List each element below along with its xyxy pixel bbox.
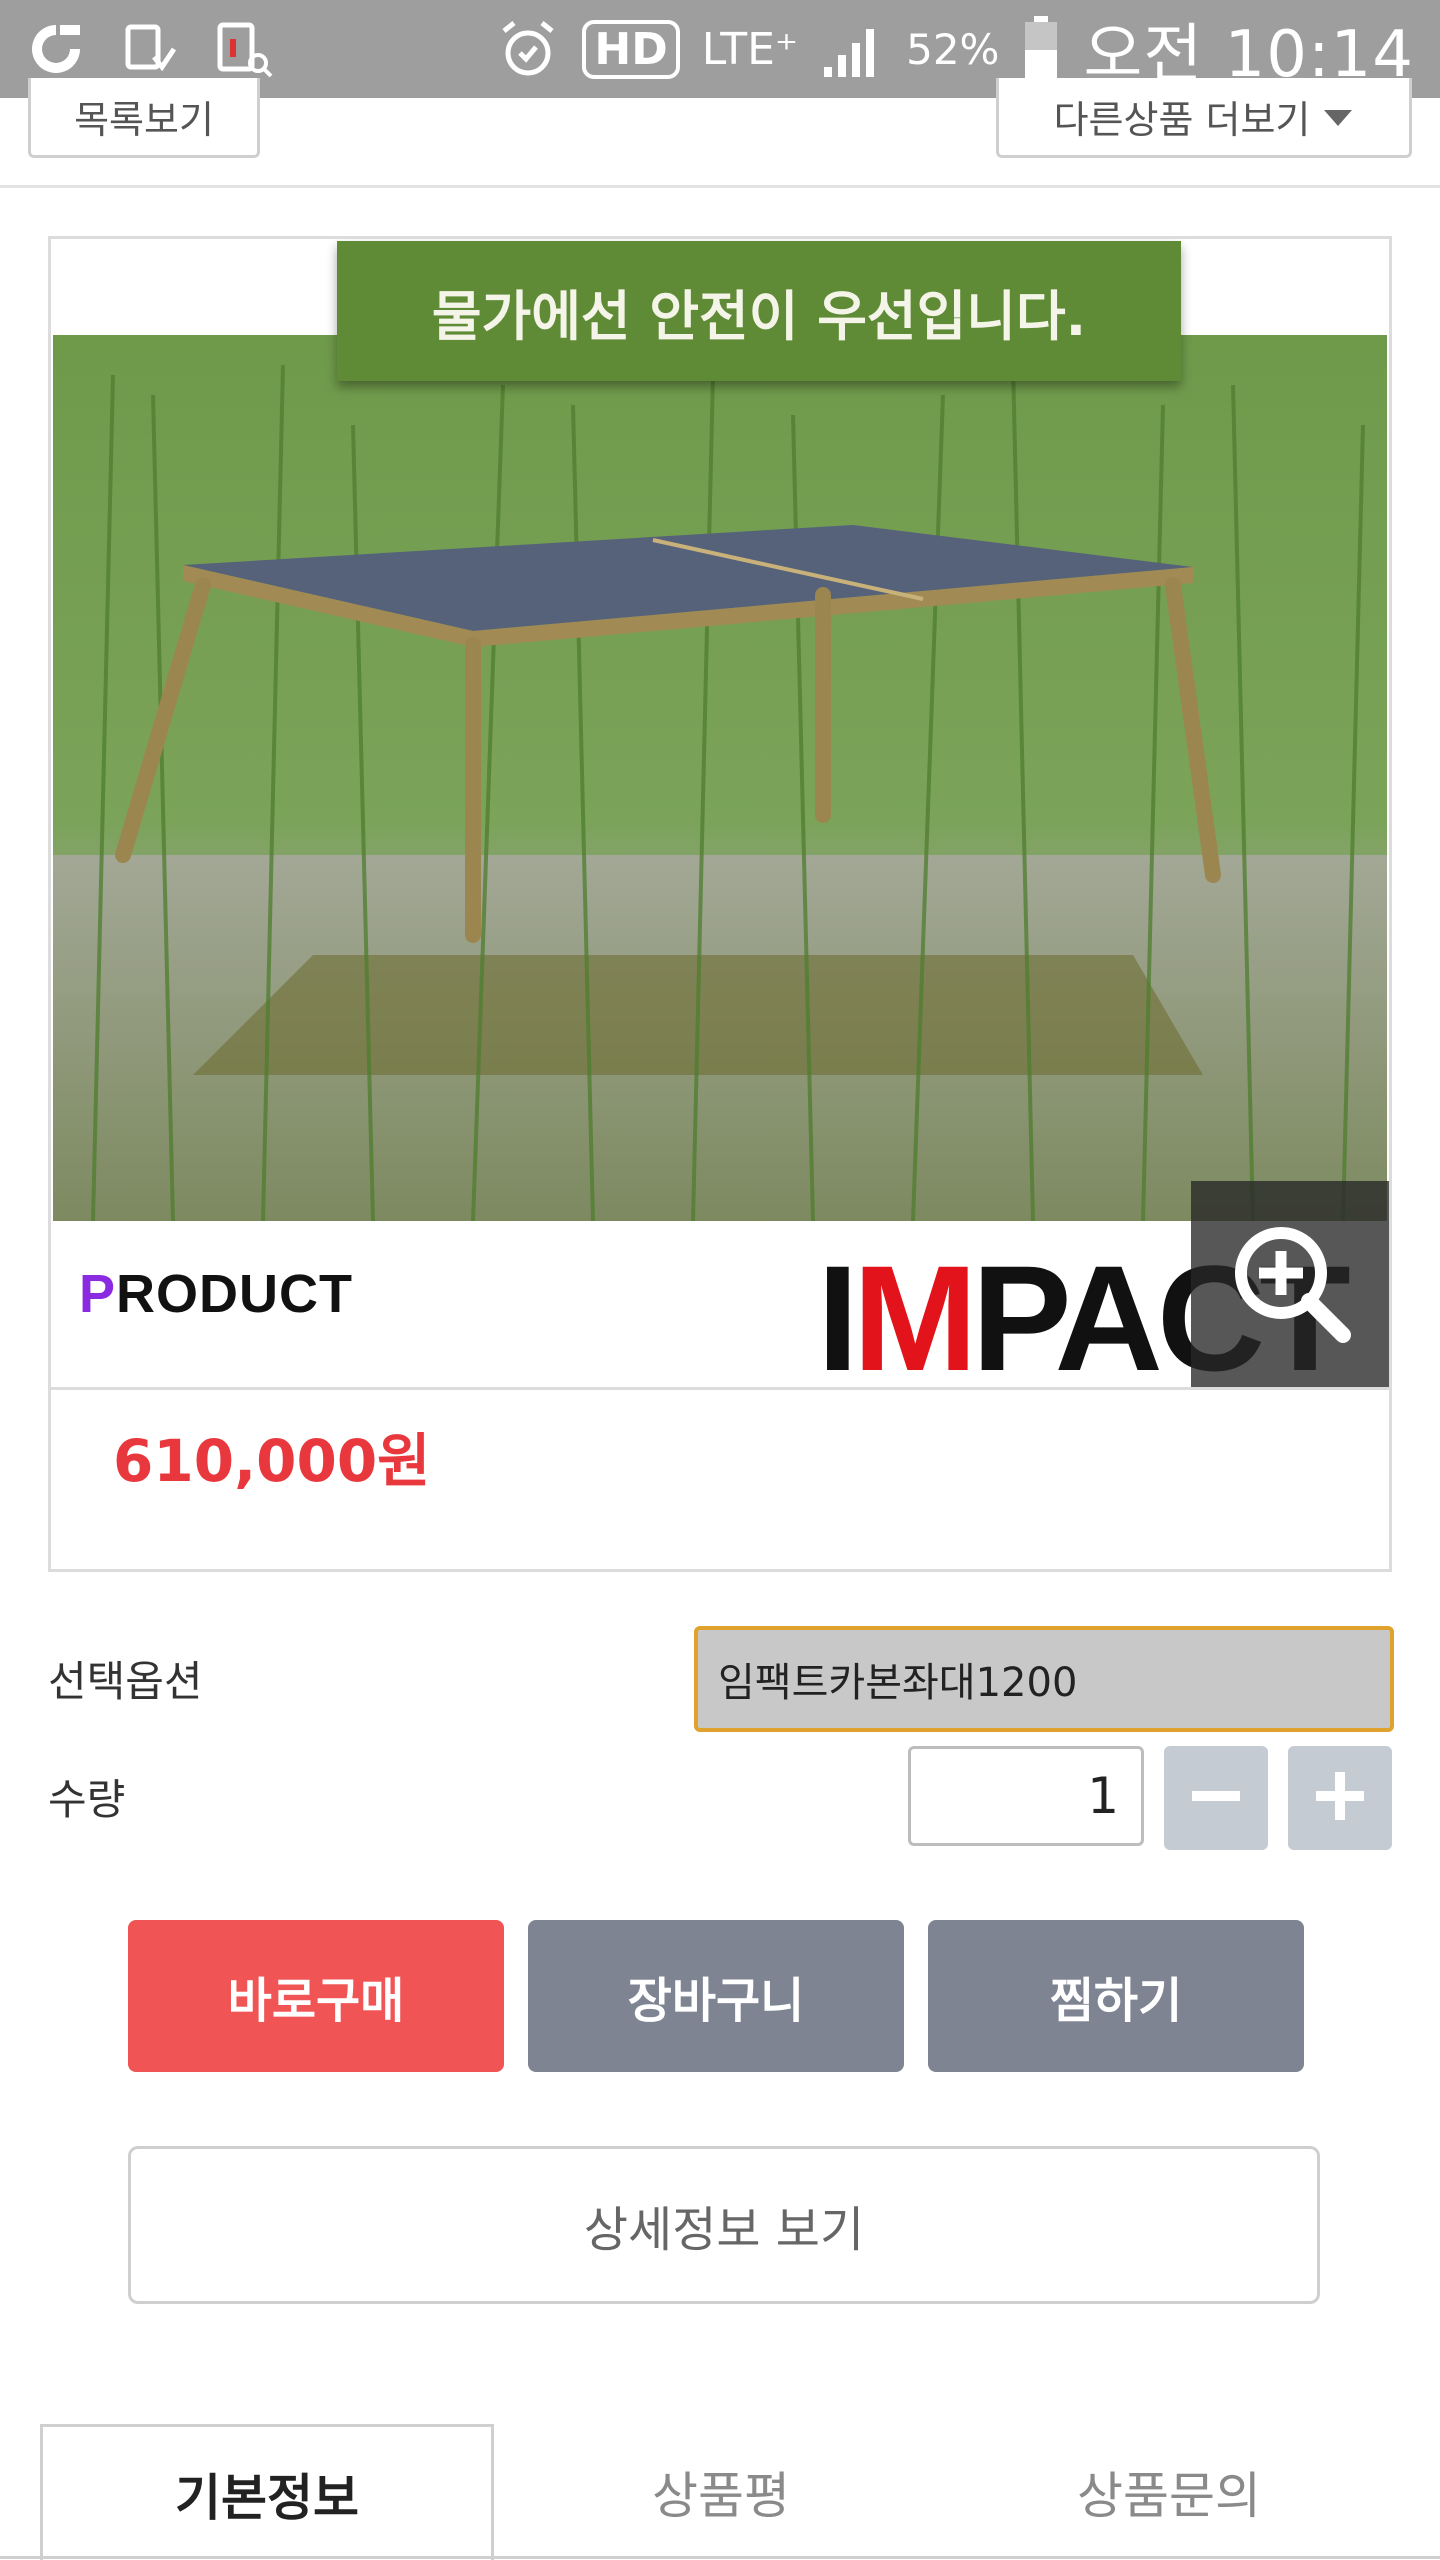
impact-logo-part: I: [817, 1234, 859, 1387]
signal-icon: [820, 17, 884, 81]
impact-logo-part: M: [852, 1234, 978, 1387]
more-products-label: 다른상품 더보기: [1053, 98, 1311, 142]
info-tabs: 기본정보 상품평 상품문의: [0, 2424, 1440, 2560]
product-card: 물가에선 안전이 우선입니다. PRODUCT IMPACT 610,000원: [48, 236, 1392, 1572]
minus-icon: [1188, 1768, 1244, 1828]
quantity-increase-button[interactable]: [1288, 1746, 1392, 1850]
option-label: 선택옵션: [48, 1657, 203, 1706]
quantity-input[interactable]: 1: [908, 1746, 1144, 1846]
tab-divider: [0, 2556, 1440, 2559]
hd-icon: HD: [582, 19, 680, 79]
quantity-decrease-button[interactable]: [1164, 1746, 1268, 1850]
tab-reviews[interactable]: 상품평: [494, 2424, 948, 2560]
list-view-button[interactable]: 목록보기: [28, 78, 260, 158]
product-price: 610,000원: [113, 1427, 431, 1495]
brand-product-first: P: [79, 1264, 117, 1324]
product-image[interactable]: 물가에선 안전이 우선입니다. PRODUCT IMPACT: [51, 239, 1389, 1387]
zoom-button[interactable]: [1191, 1181, 1389, 1387]
zoom-in-icon: [1225, 1217, 1355, 1351]
wishlist-button[interactable]: 찜하기: [928, 1920, 1304, 2072]
brand-product-rest: RODUCT: [116, 1264, 354, 1324]
plus-icon: [1312, 1768, 1368, 1828]
buy-now-button[interactable]: 바로구매: [128, 1920, 504, 2072]
brand-strip: PRODUCT IMPACT: [51, 1221, 1389, 1387]
download-icon: [120, 19, 180, 79]
chevron-down-icon: [1322, 95, 1354, 139]
product-photo: [53, 335, 1387, 1221]
add-to-cart-button[interactable]: 장바구니: [528, 1920, 904, 2072]
option-select[interactable]: 임팩트카본좌대1200: [694, 1626, 1394, 1732]
tab-basic-info[interactable]: 기본정보: [40, 2424, 494, 2560]
top-nav: 목록보기 다른상품 더보기: [0, 78, 1440, 188]
battery-icon: [1021, 14, 1061, 84]
product-banner: 물가에선 안전이 우선입니다.: [337, 241, 1181, 381]
carrier-logo-icon: [26, 19, 86, 79]
screenshot-icon: [214, 19, 274, 79]
alarm-icon: [496, 17, 560, 81]
brand-product-text: PRODUCT: [79, 1263, 353, 1325]
tab-inquiries[interactable]: 상품문의: [942, 2424, 1396, 2560]
view-details-button[interactable]: 상세정보 보기: [128, 2146, 1320, 2304]
lte-icon: LTE⁺: [701, 23, 799, 75]
quantity-label: 수량: [48, 1775, 126, 1824]
price-area: 610,000원: [51, 1387, 1389, 1569]
more-products-button[interactable]: 다른상품 더보기: [996, 78, 1412, 158]
battery-percent: 52%: [906, 24, 1000, 74]
